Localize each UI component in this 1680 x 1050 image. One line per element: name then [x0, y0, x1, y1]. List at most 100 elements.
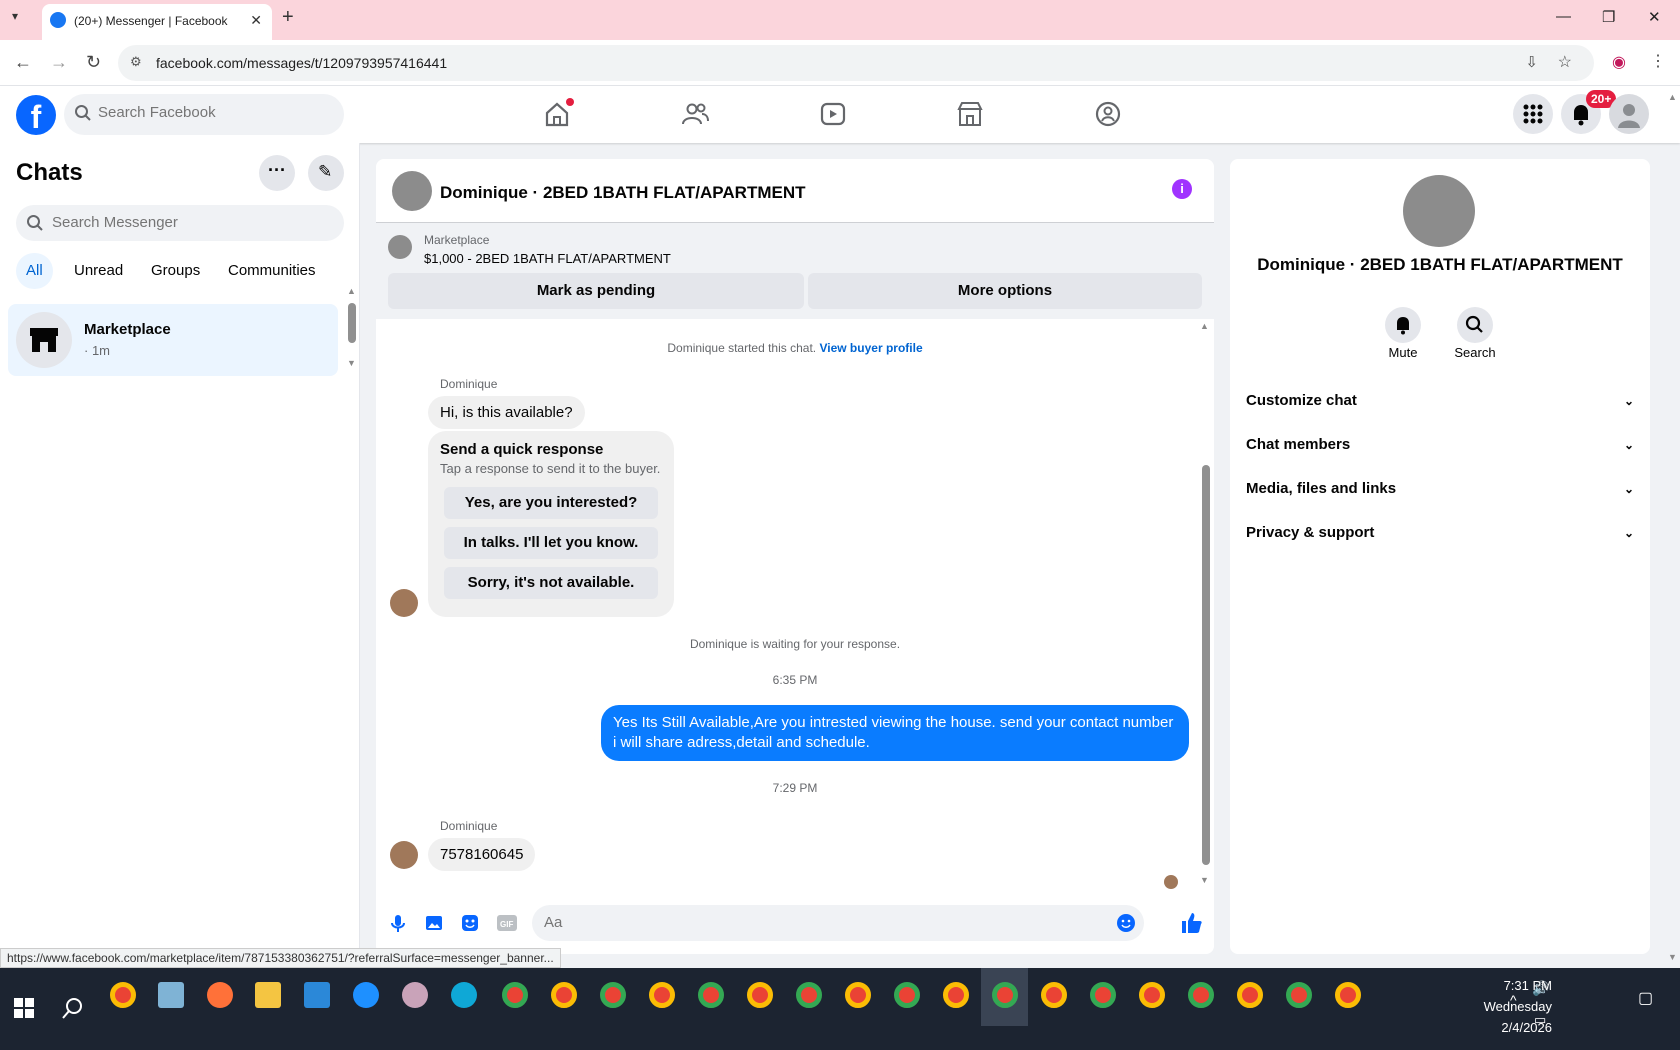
chrome-icon[interactable]: [747, 982, 773, 1008]
file-explorer-icon[interactable]: [255, 982, 281, 1008]
page-scroll-up-icon[interactable]: ▲: [1668, 92, 1677, 102]
listing-avatar[interactable]: [392, 171, 432, 211]
chrome-icon[interactable]: [502, 982, 528, 1008]
messenger-search-box[interactable]: [16, 205, 344, 241]
emoji-icon[interactable]: [1116, 913, 1136, 933]
chrome-icon[interactable]: [698, 982, 724, 1008]
video-icon[interactable]: [818, 99, 848, 129]
page-scroll-down-icon[interactable]: ▼: [1668, 952, 1677, 962]
tab-close-icon[interactable]: ✕: [250, 12, 262, 29]
chrome-icon[interactable]: [1335, 982, 1361, 1008]
thumbs-up-icon[interactable]: [1180, 911, 1204, 935]
facebook-search-box[interactable]: [64, 94, 344, 135]
quick-response-button[interactable]: In talks. I'll let you know.: [444, 527, 658, 559]
filter-all[interactable]: All: [16, 253, 53, 289]
sender-avatar[interactable]: [390, 841, 418, 869]
chat-members-section[interactable]: Chat members ⌄: [1246, 425, 1634, 465]
bookmark-star-icon[interactable]: ☆: [1558, 52, 1572, 72]
listing-title[interactable]: $1,000 - 2BED 1BATH FLAT/APARTMENT: [424, 251, 671, 266]
taskbar-search-icon[interactable]: [60, 996, 84, 1020]
app-icon[interactable]: [353, 982, 379, 1008]
chrome-icon[interactable]: [551, 982, 577, 1008]
windows-start-icon[interactable]: [14, 998, 34, 1018]
account-avatar-button[interactable]: [1609, 94, 1649, 134]
clock-area[interactable]: 7:31 PM Wednesday 2/4/2026: [1484, 978, 1552, 1035]
incoming-message[interactable]: 7578160645: [428, 838, 536, 871]
url-text[interactable]: facebook.com/messages/t/1209793957416441: [156, 55, 447, 71]
chrome-icon[interactable]: [845, 982, 871, 1008]
tab-list-dropdown-icon[interactable]: ▾: [12, 9, 18, 23]
conversation-scrollbar[interactable]: [1202, 465, 1210, 865]
facebook-search-input[interactable]: [98, 104, 328, 121]
privacy-support-section[interactable]: Privacy & support ⌄: [1246, 513, 1634, 553]
menu-grid-button[interactable]: [1513, 94, 1553, 134]
sender-avatar[interactable]: [390, 589, 418, 617]
chrome-icon[interactable]: [894, 982, 920, 1008]
filter-communities[interactable]: Communities: [218, 253, 326, 289]
notepad-icon[interactable]: [158, 982, 184, 1008]
back-icon[interactable]: ←: [14, 52, 32, 73]
quick-response-button[interactable]: Yes, are you interested?: [444, 487, 658, 519]
chat-item-marketplace[interactable]: Marketplace · 1m: [8, 304, 338, 376]
scroll-up-arrow-icon[interactable]: ▲: [1200, 321, 1209, 331]
new-tab-button[interactable]: +: [282, 6, 294, 29]
profile-icon[interactable]: ◉: [1612, 52, 1626, 72]
reload-icon[interactable]: ↻: [86, 52, 101, 73]
new-message-button[interactable]: ✎: [308, 155, 344, 191]
incoming-message[interactable]: Hi, is this available?: [428, 396, 585, 429]
groups-icon[interactable]: [1093, 99, 1123, 129]
scroll-up-arrow-icon[interactable]: ▲: [347, 286, 356, 296]
sticker-icon[interactable]: [460, 913, 480, 933]
marketplace-icon[interactable]: [955, 99, 985, 129]
quick-response-button[interactable]: Sorry, it's not available.: [444, 567, 658, 599]
chrome-icon[interactable]: [1139, 982, 1165, 1008]
window-close-icon[interactable]: ✕: [1648, 8, 1661, 26]
search-in-chat-button[interactable]: [1457, 307, 1493, 343]
messenger-search-input[interactable]: [52, 214, 332, 231]
info-icon[interactable]: i: [1172, 179, 1192, 199]
scroll-down-arrow-icon[interactable]: ▼: [1200, 875, 1209, 885]
browser-menu-icon[interactable]: ⋮: [1650, 51, 1666, 71]
conversation-title[interactable]: Dominique · 2BED 1BATH FLAT/APARTMENT: [440, 183, 805, 203]
chrome-icon[interactable]: [943, 982, 969, 1008]
omnibox[interactable]: ⚙ facebook.com/messages/t/12097939574164…: [118, 45, 1594, 81]
chrome-icon[interactable]: [1090, 982, 1116, 1008]
outgoing-message[interactable]: Yes Its Still Available,Are you intreste…: [601, 705, 1189, 761]
friends-icon[interactable]: [680, 99, 710, 129]
chrome-icon[interactable]: [600, 982, 626, 1008]
view-buyer-profile-link[interactable]: View buyer profile: [819, 341, 922, 355]
filter-groups[interactable]: Groups: [141, 253, 210, 289]
photo-icon[interactable]: [424, 913, 444, 933]
message-input-box[interactable]: [532, 905, 1144, 941]
chrome-icon[interactable]: [1188, 982, 1214, 1008]
customize-chat-section[interactable]: Customize chat ⌄: [1246, 381, 1634, 421]
message-input[interactable]: [544, 914, 1084, 931]
action-center-icon[interactable]: ▢: [1638, 988, 1653, 1008]
mute-button[interactable]: [1385, 307, 1421, 343]
browser-tab[interactable]: (20+) Messenger | Facebook ✕: [42, 4, 272, 40]
chrome-icon[interactable]: [1041, 982, 1067, 1008]
scroll-down-arrow-icon[interactable]: ▼: [347, 358, 356, 368]
chats-scrollbar[interactable]: [348, 303, 356, 343]
filter-unread[interactable]: Unread: [64, 253, 133, 289]
store-icon[interactable]: [304, 982, 330, 1008]
site-info-icon[interactable]: ⚙: [130, 54, 142, 70]
minimize-icon[interactable]: —: [1556, 8, 1571, 25]
more-options-button[interactable]: More options: [808, 273, 1202, 309]
firefox-icon[interactable]: [207, 982, 233, 1008]
forward-icon[interactable]: →: [50, 52, 68, 73]
chrome-icon[interactable]: [992, 982, 1018, 1008]
chrome-icon[interactable]: [1286, 982, 1312, 1008]
edge-icon[interactable]: [451, 982, 477, 1008]
chrome-icon[interactable]: [649, 982, 675, 1008]
listing-thumbnail[interactable]: [388, 235, 412, 259]
chrome-icon[interactable]: [110, 982, 136, 1008]
listing-photo[interactable]: [1403, 175, 1475, 247]
install-icon[interactable]: ⇩: [1525, 53, 1538, 71]
chat-options-button[interactable]: ···: [259, 155, 295, 191]
app-icon[interactable]: [402, 982, 428, 1008]
gif-icon[interactable]: GIF: [496, 913, 518, 933]
microphone-icon[interactable]: [388, 913, 408, 933]
media-files-links-section[interactable]: Media, files and links ⌄: [1246, 469, 1634, 509]
chrome-icon[interactable]: [1237, 982, 1263, 1008]
